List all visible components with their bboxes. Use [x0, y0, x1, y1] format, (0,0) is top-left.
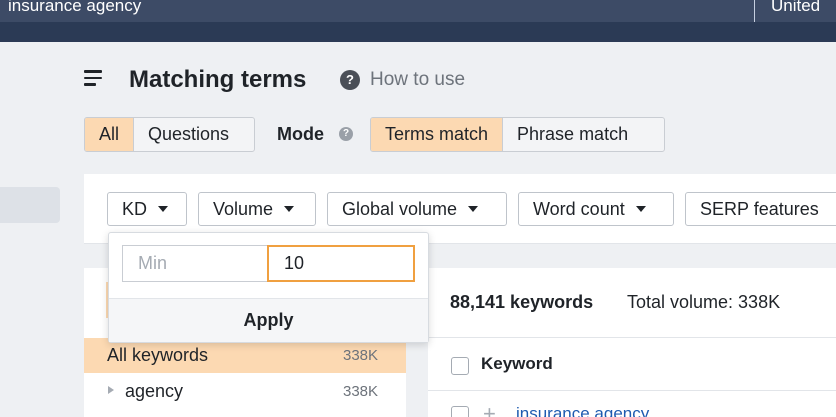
serp-features-filter-label: SERP features — [700, 198, 819, 219]
hamburger-menu-icon[interactable] — [84, 70, 104, 86]
topbar-divider — [754, 0, 755, 22]
left-rail-active-item[interactable] — [0, 187, 60, 223]
divider — [428, 337, 836, 338]
volume-filter-label: Volume — [213, 198, 274, 219]
results-panel — [428, 268, 836, 417]
match-mode-toggle: Terms match Phrase match — [370, 117, 665, 152]
sidebar-item-agency[interactable]: agency — [125, 381, 183, 402]
kd-filter-label: KD — [122, 198, 148, 219]
terms-match-button[interactable]: Terms match — [371, 118, 503, 151]
keyword-link[interactable]: insurance agency — [516, 404, 649, 417]
global-volume-filter-label: Global volume — [342, 198, 458, 219]
chevron-down-icon — [158, 206, 169, 212]
chevron-down-icon — [284, 206, 295, 212]
expand-arrow-icon[interactable] — [108, 386, 114, 394]
top-search-bar: insurance agency United — [0, 0, 836, 22]
apply-button[interactable]: Apply — [109, 298, 428, 342]
help-question-icon[interactable]: ? — [340, 70, 360, 90]
kd-max-input[interactable] — [267, 245, 415, 282]
chevron-down-icon — [468, 206, 479, 212]
agency-count: 338K — [343, 383, 379, 400]
mode-label: Mode — [277, 124, 324, 144]
global-volume-filter-button[interactable]: Global volume — [327, 192, 507, 226]
serp-features-filter-button[interactable]: SERP features — [685, 192, 836, 226]
volume-filter-button[interactable]: Volume — [198, 192, 316, 226]
how-to-use-link[interactable]: How to use — [370, 69, 465, 91]
country-selector[interactable]: United — [771, 0, 820, 16]
divider — [428, 390, 836, 391]
all-keywords-count: 338K — [343, 347, 379, 364]
chevron-down-icon — [635, 206, 646, 212]
word-count-filter-button[interactable]: Word count — [518, 192, 674, 226]
search-query-text[interactable]: insurance agency — [8, 0, 141, 16]
row-checkbox[interactable] — [451, 406, 469, 417]
tab-questions[interactable]: Questions — [133, 118, 243, 151]
tab-all[interactable]: All — [85, 118, 134, 151]
kd-filter-button[interactable]: KD — [107, 192, 187, 226]
mode-help-icon[interactable]: ? — [339, 127, 353, 141]
plus-icon[interactable]: + — [483, 403, 496, 417]
kd-min-input[interactable] — [122, 245, 268, 282]
all-keywords-label: All keywords — [107, 345, 209, 365]
keyword-count: 88,141 keywords — [450, 292, 594, 312]
page-title: Matching terms — [129, 66, 307, 93]
keyword-column-header[interactable]: Keyword — [481, 354, 553, 374]
total-volume: Total volume: 338K — [627, 292, 781, 312]
phrase-match-button[interactable]: Phrase match — [502, 118, 642, 151]
navigation-strip — [0, 22, 836, 42]
select-all-checkbox[interactable] — [451, 357, 469, 375]
keyword-type-toggle: All Questions — [84, 117, 255, 152]
word-count-filter-label: Word count — [533, 198, 625, 219]
